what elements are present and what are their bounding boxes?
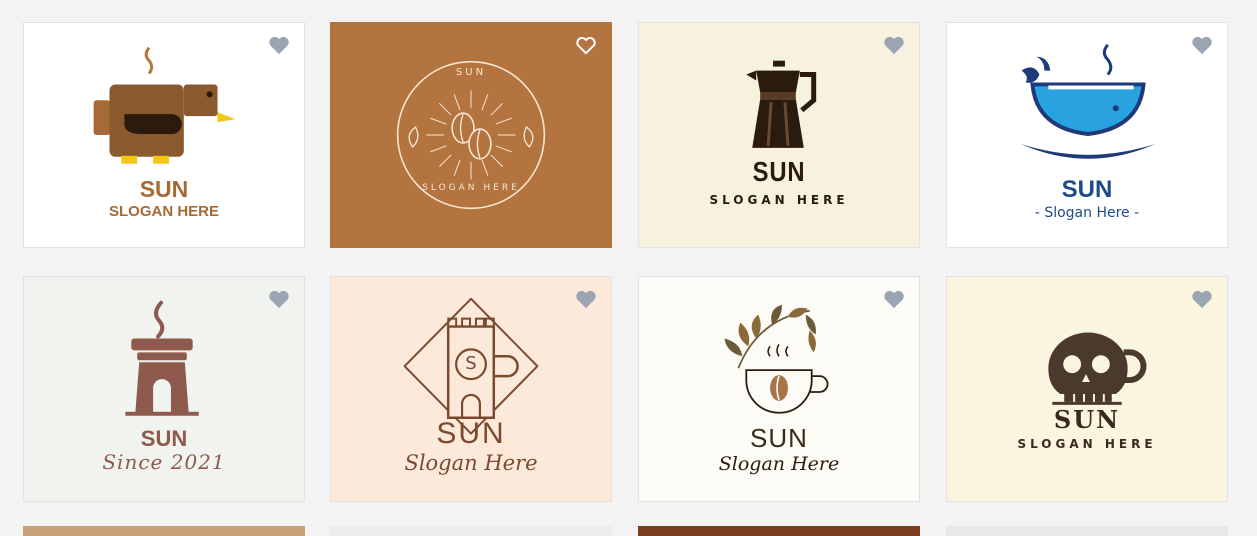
brand-name: SUN <box>455 67 487 78</box>
favorite-button[interactable] <box>575 35 597 55</box>
brand-name: SUN <box>140 426 188 451</box>
logo-card-6[interactable]: S SUN Slogan Here <box>330 276 612 502</box>
logo-card-11-partial[interactable] <box>638 526 920 536</box>
logo-card-2[interactable]: SUN SLOGAN HERE <box>330 22 612 248</box>
circular-bean-emblem-illustration <box>396 60 546 210</box>
logo-card-8[interactable]: SUN SLOGAN HERE <box>946 276 1228 502</box>
monogram-letter: S <box>465 353 477 374</box>
favorite-button[interactable] <box>268 289 290 309</box>
logo-card-12-partial[interactable] <box>946 526 1228 536</box>
slogan-text: SLOGAN HERE <box>709 193 849 207</box>
favorite-button[interactable] <box>1191 289 1213 309</box>
heart-icon <box>269 290 289 309</box>
favorite-button[interactable] <box>575 289 597 309</box>
heart-icon <box>1192 290 1212 309</box>
slogan-text: SLOGAN HERE <box>108 203 219 220</box>
slogan-text: Since 2021 <box>102 450 226 474</box>
moka-pot-logo-illustration <box>746 60 817 148</box>
favorite-button[interactable] <box>1191 35 1213 55</box>
slogan-text: Slogan Here <box>718 453 840 475</box>
heart-icon <box>269 36 289 55</box>
brand-name: SUN <box>1053 405 1121 434</box>
slogan-text: SLOGAN HERE <box>422 183 520 193</box>
skull-mug-logo-illustration <box>1048 332 1147 405</box>
brand-name: SUN <box>1061 176 1113 203</box>
logo-card-9-partial[interactable] <box>23 526 305 536</box>
favorite-button[interactable] <box>883 289 905 309</box>
slogan-text: - Slogan Here - <box>1034 205 1140 221</box>
heart-icon <box>884 36 904 55</box>
slogan-text: SLOGAN HERE <box>1017 437 1157 451</box>
favorite-button[interactable] <box>883 35 905 55</box>
brand-name: SUN <box>436 417 506 450</box>
heart-icon <box>1192 36 1212 55</box>
logo-card-3[interactable]: SUN SLOGAN HERE <box>638 22 920 248</box>
logo-card-1[interactable]: SUN SLOGAN HERE <box>23 22 305 248</box>
logo-grid: SUN SLOGAN HERE SUN SLOGAN HERE SUN SLOG… <box>0 0 1257 536</box>
favorite-button[interactable] <box>268 35 290 55</box>
logo-card-5[interactable]: SUN Since 2021 <box>23 276 305 502</box>
logo-card-7[interactable]: SUN Slogan Here <box>638 276 920 502</box>
brand-name: SUN <box>752 156 806 187</box>
slogan-text: Slogan Here <box>404 451 538 475</box>
logo-card-10-partial[interactable] <box>330 526 612 536</box>
brand-name: SUN <box>139 176 189 202</box>
heart-outline-icon <box>576 36 596 55</box>
logo-card-4[interactable]: SUN - Slogan Here - <box>946 22 1228 248</box>
heart-icon <box>884 290 904 309</box>
brand-name: SUN <box>750 423 808 453</box>
heart-icon <box>576 290 596 309</box>
